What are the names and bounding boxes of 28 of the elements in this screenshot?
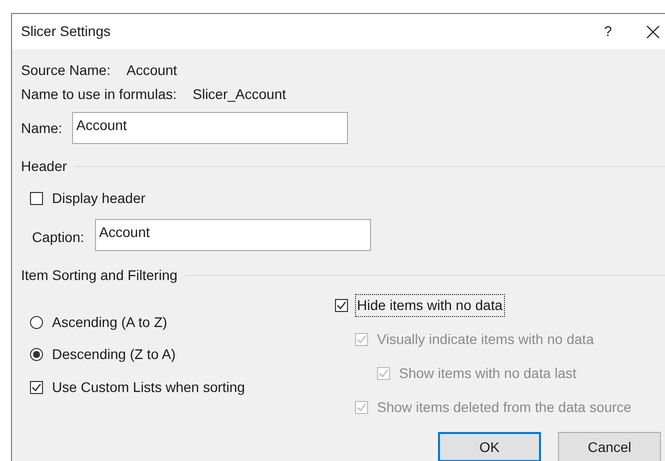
- field-label: Name:: [21, 118, 62, 138]
- checkbox-label: Display header: [52, 188, 146, 208]
- name-field[interactable]: Account: [72, 112, 348, 144]
- section-title: Header: [21, 157, 67, 176]
- dialog-button[interactable]: Cancel: [558, 432, 661, 461]
- checkbox[interactable]: [30, 380, 43, 394]
- field-value: Account: [126, 60, 178, 80]
- field-label: Caption:: [32, 228, 84, 247]
- radio-button[interactable]: [30, 316, 43, 328]
- checkbox-label: Show items deleted from the data source: [376, 398, 632, 416]
- checkbox-label: Visually indicate items with no data: [376, 330, 595, 349]
- dialog-button[interactable]: OK: [438, 432, 541, 461]
- field-label: Name to use in formulas:: [21, 85, 177, 104]
- close-icon[interactable]: [646, 24, 660, 38]
- radio-button[interactable]: [30, 348, 43, 360]
- radio-label: Ascending (A to Z): [52, 312, 168, 332]
- checkbox-label: Use Custom Lists when sorting: [52, 378, 245, 397]
- field-label: Source Name:: [21, 60, 110, 80]
- checkbox[interactable]: [335, 298, 348, 312]
- checkbox-label: Hide items with no data: [356, 294, 504, 316]
- window-title: Slicer Settings: [21, 22, 110, 41]
- caption-field[interactable]: Account: [95, 219, 372, 251]
- help-button[interactable]: ?: [600, 21, 616, 42]
- checkbox-label: Show items with no data last: [398, 364, 578, 382]
- radio-label: Descending (Z to A): [52, 344, 176, 364]
- section-title: Item Sorting and Filtering: [21, 266, 178, 285]
- field-value: Slicer_Account: [192, 85, 286, 104]
- checkbox[interactable]: [30, 192, 43, 204]
